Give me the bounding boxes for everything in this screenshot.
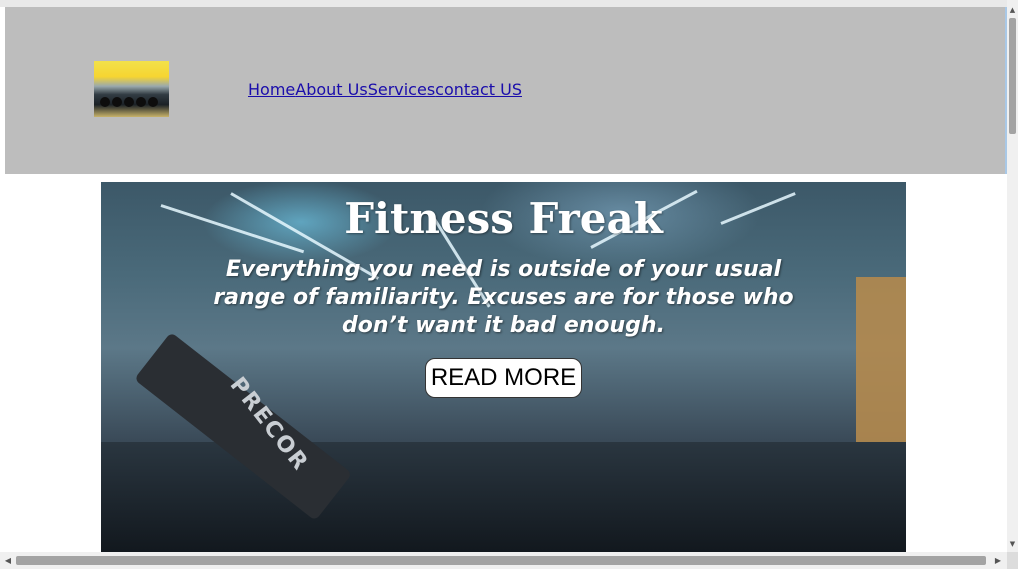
site-logo[interactable] (94, 61, 169, 117)
kettlebell-icon (136, 97, 146, 107)
kettlebell-icon (148, 97, 158, 107)
horizontal-scrollbar[interactable]: ◀ ▶ (0, 552, 1007, 569)
scroll-right-arrow-icon[interactable]: ▶ (992, 554, 1004, 567)
nav-link-home[interactable]: Home (248, 80, 295, 99)
gym-floor (101, 442, 906, 552)
kettlebell-icon (100, 97, 110, 107)
horizontal-scroll-thumb[interactable] (16, 556, 986, 565)
nav-link-about-us[interactable]: About Us (295, 80, 367, 99)
wood-wall (856, 277, 906, 447)
kettlebell-icon (124, 97, 134, 107)
scrollbar-corner (1007, 552, 1018, 569)
site-header: Home About Us Services contact US (5, 7, 1007, 174)
hero-banner: PRECOR Fitness Freak Everything you need… (101, 182, 906, 552)
kettlebell-icon (112, 97, 122, 107)
vertical-scroll-thumb[interactable] (1009, 18, 1016, 134)
scroll-left-arrow-icon[interactable]: ◀ (2, 554, 14, 567)
hero-tagline: Everything you need is outside of your u… (213, 257, 794, 338)
main-nav: Home About Us Services contact US (248, 80, 522, 99)
nav-link-services[interactable]: Services (368, 80, 435, 99)
scroll-up-arrow-icon[interactable]: ▲ (1007, 4, 1018, 16)
window-top-strip (0, 0, 1018, 7)
scroll-down-arrow-icon[interactable]: ▼ (1007, 538, 1018, 550)
vertical-scrollbar[interactable]: ▲ ▼ (1007, 0, 1018, 552)
hero-title: Fitness Freak (344, 194, 663, 243)
nav-link-contact-us[interactable]: contact US (435, 80, 522, 99)
read-more-button[interactable]: READ MORE (425, 358, 582, 398)
